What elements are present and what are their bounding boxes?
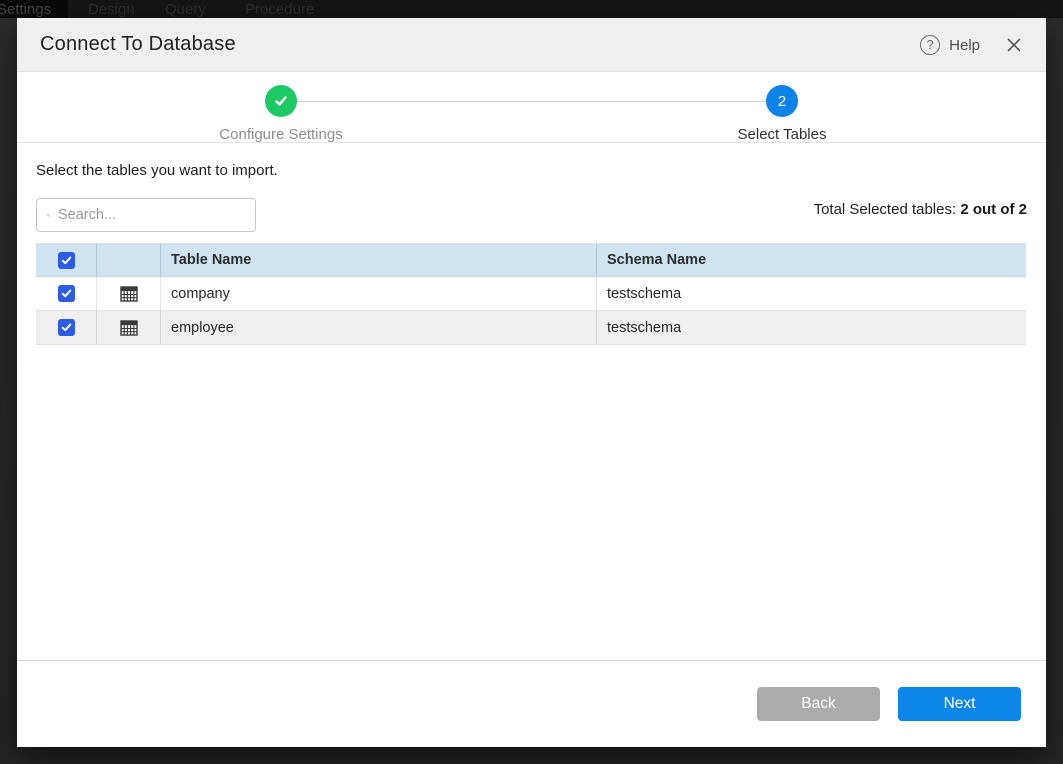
menu-item-settings[interactable]: Settings: [0, 1, 51, 18]
footer-divider: [17, 660, 1046, 661]
instruction-text: Select the tables you want to import.: [36, 162, 278, 179]
check-icon: [61, 288, 72, 299]
app-menubar: Settings Design Query Procedure: [0, 0, 1063, 18]
search-input[interactable]: [58, 207, 245, 223]
menu-item-procedure[interactable]: Procedure: [245, 1, 314, 18]
step-number-badge: 2: [766, 85, 798, 117]
back-button[interactable]: Back: [757, 687, 880, 721]
schema-name-cell: testschema: [597, 277, 1026, 310]
next-button[interactable]: Next: [898, 687, 1021, 721]
table-grid-icon: [120, 319, 138, 337]
column-header-table-name: Table Name: [161, 244, 597, 276]
search-icon: [47, 208, 50, 223]
step-configure-settings[interactable]: Configure Settings: [181, 85, 381, 143]
check-icon: [61, 255, 72, 266]
help-icon: ?: [920, 35, 940, 55]
dialog-header: Connect To Database ? Help: [17, 18, 1046, 72]
table-name-cell: employee: [161, 311, 597, 344]
table-row[interactable]: employee testschema: [36, 311, 1026, 345]
icon-column-header: [97, 244, 161, 276]
connect-to-database-dialog: Connect To Database ? Help Configure Set…: [17, 18, 1046, 747]
total-value: 2 out of 2: [960, 201, 1027, 218]
total-selected-tables: Total Selected tables: 2 out of 2: [814, 201, 1027, 218]
schema-name-cell: testschema: [597, 311, 1026, 344]
row-checkbox[interactable]: [58, 319, 75, 336]
row-checkbox[interactable]: [58, 285, 75, 302]
select-all-checkbox[interactable]: [58, 252, 75, 269]
table-row[interactable]: company testschema: [36, 277, 1026, 311]
step-done-check-icon: [265, 85, 297, 117]
step-select-tables[interactable]: 2 Select Tables: [682, 85, 882, 143]
table-name-cell: company: [161, 277, 597, 310]
dialog-title: Connect To Database: [40, 33, 236, 56]
total-label: Total Selected tables:: [814, 201, 961, 218]
table-header-row: Table Name Schema Name: [36, 244, 1026, 277]
step-label: Select Tables: [682, 126, 882, 143]
tables-list: Table Name Schema Name: [36, 243, 1026, 345]
search-box: [36, 198, 256, 232]
wizard-stepper: [17, 73, 1046, 143]
step-label: Configure Settings: [181, 126, 381, 143]
table-grid-icon: [120, 285, 138, 303]
menu-item-design[interactable]: Design: [88, 1, 135, 18]
help-button[interactable]: ? Help: [920, 35, 980, 55]
menu-item-query[interactable]: Query: [165, 1, 206, 18]
close-icon[interactable]: [1006, 37, 1022, 53]
check-icon: [61, 322, 72, 333]
help-label: Help: [949, 37, 980, 54]
column-header-schema-name: Schema Name: [597, 244, 1026, 276]
